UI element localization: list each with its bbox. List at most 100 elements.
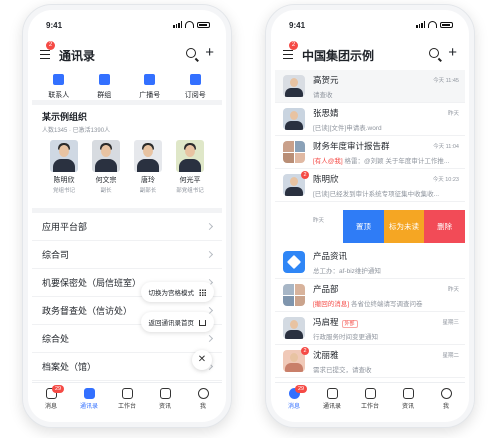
grid-mode-button[interactable]: 切换为宫格模式 <box>140 282 214 302</box>
leader-card[interactable]: 何文宗 副长 <box>88 140 124 194</box>
battery-icon <box>440 21 453 28</box>
leader-card[interactable]: 唐玲 副部长 <box>130 140 166 194</box>
chat-time: 星期三 <box>442 319 459 326</box>
battery-icon <box>197 21 210 28</box>
wifi-icon <box>428 21 437 28</box>
tab-me[interactable]: 我 <box>431 388 461 418</box>
chat-preview: [已读]已经发到审计系统专项征集中收集收... <box>313 190 440 198</box>
quick-label: 联系人 <box>48 92 70 99</box>
mention-tag: [有人@我] <box>313 157 343 165</box>
quick-subscription[interactable]: 订阅号 <box>177 74 213 100</box>
tab-news[interactable]: 资讯 <box>150 388 180 418</box>
status-time: 9:41 <box>289 21 306 30</box>
nav-bar: 2 中国集团示例 + <box>275 41 465 66</box>
pin-button[interactable]: 置顶 <box>343 210 384 243</box>
user-icon <box>440 388 452 399</box>
chat-time: 今天 10:23 <box>432 176 459 183</box>
mark-unread-button[interactable]: 标为未读 <box>383 210 425 243</box>
chat-row[interactable]: 产品部 昨天 [撤回的消息] 各省位终端请写调查问卷 <box>275 279 465 312</box>
search-icon[interactable] <box>186 48 196 58</box>
tab-label: 通讯录 <box>79 404 98 410</box>
back-home-button[interactable]: 返回通讯录首页 <box>140 312 214 332</box>
tab-messages[interactable]: 29 消息 <box>279 385 309 418</box>
avatar <box>134 140 162 172</box>
grid-mode-label: 切换为宫格模式 <box>148 290 195 297</box>
page-title: 通讯录 <box>59 49 96 63</box>
chat-name-text: 冯启程 <box>313 316 339 327</box>
contacts-tab-icon <box>326 388 338 399</box>
tab-workbench[interactable]: 工作台 <box>355 388 385 418</box>
phone-messages: 9:41 2 中国集团示例 + 高贺元 今天 11:45 请查收 张思婧 昨天 … <box>265 4 475 428</box>
leader-card[interactable]: 何光平 部党组书记 <box>172 140 208 194</box>
chat-preview: 需求已提交，请查收 <box>313 366 372 374</box>
tab-contacts[interactable]: 通讯录 <box>74 388 104 418</box>
quick-label: 订阅号 <box>184 92 206 99</box>
avatar <box>283 317 305 339</box>
tab-label: 工作台 <box>117 404 136 410</box>
leader-name: 陈明欣 <box>53 177 75 184</box>
search-icon[interactable] <box>429 48 439 58</box>
add-icon[interactable]: + <box>448 45 457 60</box>
quick-contacts[interactable]: 联系人 <box>41 74 77 100</box>
tab-label: 消息 <box>44 404 57 410</box>
tab-label: 通讯录 <box>322 404 341 410</box>
contacts-tab-icon <box>83 388 95 399</box>
avatar <box>92 140 120 172</box>
chat-time: 今天 11:45 <box>433 77 459 84</box>
chat-row[interactable]: 产品资讯 总工办：af-biz维护通知 <box>275 246 465 279</box>
signal-icon <box>173 21 182 28</box>
leader-card[interactable]: 陈明欣 党组书记 <box>46 140 82 194</box>
add-icon[interactable]: + <box>205 45 214 60</box>
chat-name: 陈明欣 <box>313 173 339 184</box>
list-item[interactable]: 应用平台部 <box>32 213 222 241</box>
tab-news[interactable]: 资讯 <box>393 388 423 418</box>
chat-row[interactable]: 2 沈丽雅 星期二 需求已提交，请查收 <box>275 345 465 378</box>
tab-workbench[interactable]: 工作台 <box>112 388 142 418</box>
quick-broadcast[interactable]: 广播号 <box>132 74 168 100</box>
chat-time: 昨天 <box>447 286 459 293</box>
messages-screen: 9:41 2 中国集团示例 + 高贺元 今天 11:45 请查收 张思婧 昨天 … <box>275 14 465 418</box>
avatar <box>283 108 305 130</box>
chevron-right-icon <box>205 334 214 343</box>
tab-messages[interactable]: 29 消息 <box>36 385 66 418</box>
chat-name: 冯启程 外部 <box>313 316 358 328</box>
chat-row[interactable]: 冯启程 外部 星期三 行政服务时间变更通知 <box>275 312 465 345</box>
status-icons <box>173 21 210 28</box>
chat-preview: [有人@我] 格雷：@刘颖 关于年度审计工作推... <box>313 155 459 165</box>
org-name: 某示例组织 <box>42 112 88 122</box>
chat-row[interactable]: 2 陈明欣 今天 10:23 [已读]已经发到审计系统专项征集中收集收... <box>275 169 465 202</box>
chat-name: 沈丽雅 <box>313 349 339 360</box>
chat-list: 高贺元 今天 11:45 请查收 张思婧 昨天 [已读][文件]申请表.word 财… <box>275 70 465 202</box>
chat-row[interactable]: 高贺元 今天 11:45 请查收 <box>275 70 465 103</box>
avatar <box>176 140 204 172</box>
chat-preview-text: 格雷：@刘颖 关于年度审计工作推... <box>344 157 450 165</box>
tab-me[interactable]: 我 <box>188 388 218 418</box>
tab-label: 资讯 <box>158 404 171 410</box>
leader-title: 党组书记 <box>52 188 75 194</box>
delete-button[interactable]: 删除 <box>424 210 465 243</box>
chat-row[interactable]: 张思婧 昨天 [已读][文件]申请表.word <box>275 103 465 136</box>
tab-label: 消息 <box>287 404 300 410</box>
department-name: 综合处 <box>42 334 70 344</box>
quick-groups[interactable]: 群组 <box>86 74 122 100</box>
status-bar: 9:41 <box>32 19 222 33</box>
quick-actions: 联系人 群组 广播号 订阅号 <box>36 74 218 100</box>
menu-icon[interactable] <box>40 50 50 59</box>
menu-icon[interactable] <box>283 50 293 59</box>
signal-icon <box>416 21 425 28</box>
grid-icon <box>199 288 206 296</box>
tab-badge: 29 <box>52 385 65 393</box>
leader-name: 何文宗 <box>95 177 117 184</box>
department-name: 政务督查处（信访处） <box>42 306 133 316</box>
group-avatar <box>283 141 305 163</box>
list-item[interactable]: 综合司 <box>32 241 222 269</box>
leader-title: 副长 <box>100 188 112 194</box>
broadcast-icon <box>144 74 156 85</box>
chat-row[interactable]: 财务年度审计报告群 今天 11:04 [有人@我] 格雷：@刘颖 关于年度审计工作… <box>275 136 465 169</box>
tab-bar: 29 消息 通讯录 工作台 资讯 我 <box>32 382 222 418</box>
group-avatar <box>283 284 305 306</box>
status-time: 9:41 <box>46 21 63 30</box>
tab-contacts[interactable]: 通讯录 <box>317 388 347 418</box>
close-button[interactable]: ✕ <box>192 350 212 370</box>
chat-time: 星期二 <box>442 352 459 359</box>
